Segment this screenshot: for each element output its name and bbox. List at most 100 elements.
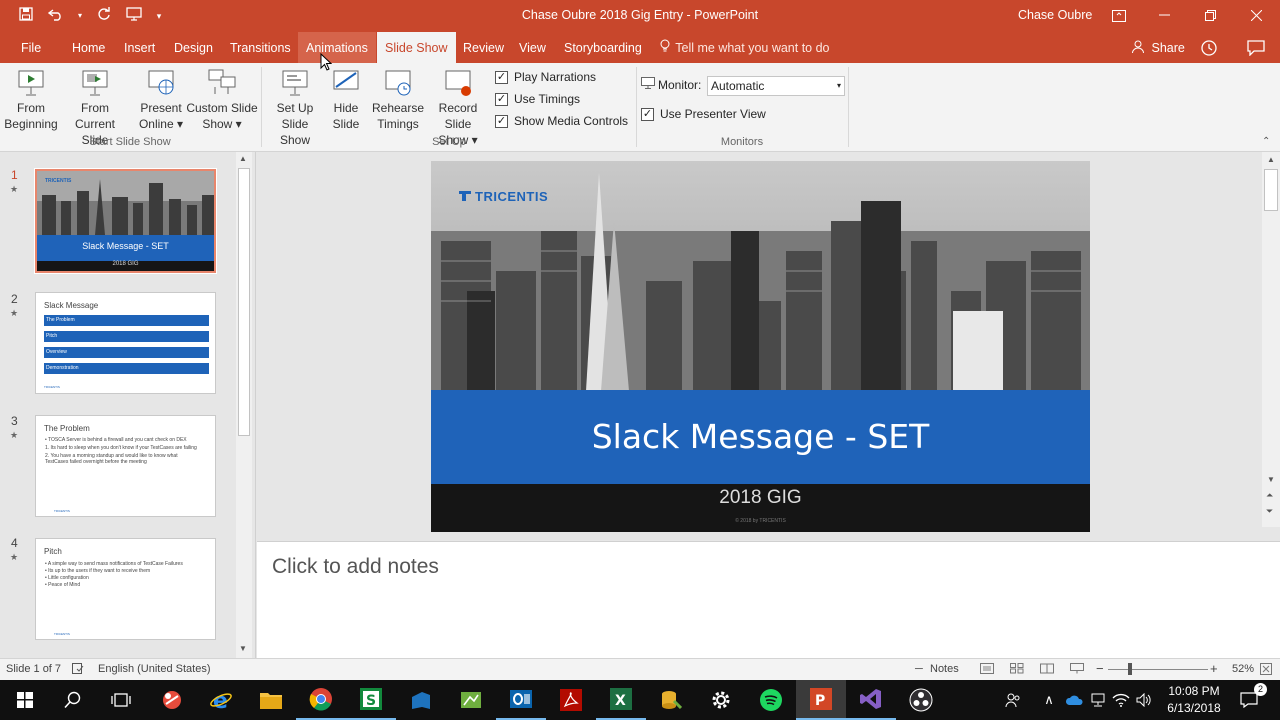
from-beginning-label-2: Beginning xyxy=(4,117,58,131)
hide-slide-button[interactable]: Hide Slide xyxy=(328,67,364,132)
slide-thumbnail-4[interactable]: Pitch • A simple way to send mass notifi… xyxy=(35,538,216,640)
account-name[interactable]: Chase Oubre xyxy=(1018,8,1092,22)
tell-me-search[interactable]: Tell me what you want to do xyxy=(660,32,830,63)
settings-gear-icon[interactable] xyxy=(696,680,746,720)
green-tools-icon[interactable] xyxy=(446,680,496,720)
people-icon[interactable] xyxy=(1002,680,1024,720)
history-icon[interactable] xyxy=(1200,39,1218,60)
monitor-label: Monitor: xyxy=(658,77,702,92)
slide-show-view-icon[interactable] xyxy=(1070,663,1084,677)
custom-slide-show-button[interactable]: Custom Slide Show ▾ xyxy=(186,67,258,132)
language-indicator[interactable]: English (United States) xyxy=(98,663,211,675)
outlook-icon[interactable] xyxy=(496,680,546,720)
previous-slide-icon[interactable]: ⏶ xyxy=(1266,490,1273,501)
tricentis-logo-icon xyxy=(459,189,471,204)
normal-view-icon[interactable] xyxy=(980,663,994,677)
restore-button[interactable] xyxy=(1187,0,1233,32)
zoom-in-button[interactable]: + xyxy=(1210,661,1218,676)
slide-thumbnail-2[interactable]: Slack Message The Problem Pitch Overview… xyxy=(35,292,216,394)
wifi-icon[interactable] xyxy=(1110,680,1132,720)
tab-transitions[interactable]: Transitions xyxy=(222,32,299,63)
close-button[interactable] xyxy=(1233,0,1279,32)
use-timings-checkbox[interactable]: ✓ Use Timings xyxy=(495,92,580,106)
search-icon[interactable] xyxy=(48,680,98,720)
file-explorer-icon[interactable] xyxy=(246,680,296,720)
chrome-icon[interactable] xyxy=(296,680,346,720)
slide-scrollbar[interactable]: ▲ ▼ ⏶ ⏷ xyxy=(1262,152,1280,527)
network-icon[interactable] xyxy=(1087,680,1109,720)
slide-thumbnail-3[interactable]: The Problem • TOSCA Server is behind a f… xyxy=(35,415,216,517)
volume-icon[interactable] xyxy=(1133,680,1155,720)
share-button[interactable]: Share xyxy=(1132,32,1185,63)
zoom-slider[interactable] xyxy=(1108,663,1208,675)
tab-animations[interactable]: Animations xyxy=(298,32,376,63)
obs-icon[interactable] xyxy=(896,680,946,720)
database-tools-icon[interactable] xyxy=(646,680,696,720)
notes-placeholder[interactable]: Click to add notes xyxy=(272,555,439,579)
excel-icon[interactable]: X xyxy=(596,680,646,720)
tab-home[interactable]: Home xyxy=(64,32,113,63)
monitor-dropdown[interactable]: Automatic ▾ xyxy=(707,76,845,96)
tab-file[interactable]: File xyxy=(13,32,49,63)
scrollbar-thumb[interactable] xyxy=(238,168,250,436)
ribbon-display-options-icon[interactable] xyxy=(1096,0,1142,32)
spotify-icon[interactable] xyxy=(746,680,796,720)
scroll-up-icon[interactable]: ▲ xyxy=(239,154,247,163)
tab-slide-show[interactable]: Slide Show xyxy=(377,32,456,63)
slide-sorter-icon[interactable] xyxy=(1010,663,1024,677)
tab-review[interactable]: Review xyxy=(455,32,512,63)
zoom-slider-thumb[interactable] xyxy=(1128,663,1132,675)
ribbon-tabs: File Home Insert Design Transitions Anim… xyxy=(0,32,1280,63)
next-slide-icon[interactable]: ⏷ xyxy=(1266,506,1273,517)
internet-explorer-icon[interactable]: e xyxy=(196,680,246,720)
play-narrations-checkbox[interactable]: ✓ Play Narrations xyxy=(495,70,596,84)
powerpoint-icon[interactable]: P xyxy=(796,680,846,720)
notes-toggle-button[interactable]: Notes xyxy=(930,663,959,675)
blue-app-icon[interactable] xyxy=(396,680,446,720)
scroll-down-icon[interactable]: ▼ xyxy=(239,644,247,653)
zoom-out-button[interactable]: − xyxy=(1096,661,1104,676)
slide-subtitle[interactable]: 2018 GIG xyxy=(431,487,1090,509)
tab-design[interactable]: Design xyxy=(166,32,221,63)
notes-toggle-icon[interactable]: ─ xyxy=(915,663,923,675)
snipping-tool-icon[interactable] xyxy=(147,680,197,720)
collapse-ribbon-icon[interactable]: ⌃ xyxy=(1262,136,1270,147)
task-view-icon[interactable] xyxy=(96,680,146,720)
zoom-level[interactable]: 52% xyxy=(1232,663,1254,675)
reading-view-icon[interactable] xyxy=(1040,663,1054,677)
scroll-up-icon[interactable]: ▲ xyxy=(1267,155,1275,164)
fit-to-window-icon[interactable] xyxy=(1260,663,1272,678)
slide-number: 2 xyxy=(11,292,18,306)
visual-studio-icon[interactable] xyxy=(846,680,896,720)
adobe-acrobat-icon[interactable] xyxy=(546,680,596,720)
windows-start-icon[interactable] xyxy=(0,680,50,720)
from-beginning-button[interactable]: From Beginning xyxy=(4,67,58,132)
rehearse-timings-button[interactable]: Rehearse Timings xyxy=(370,67,426,132)
slide-title[interactable]: Slack Message - SET xyxy=(431,417,1090,456)
record-label-1: Record Slide xyxy=(438,101,478,131)
system-clock[interactable]: 10:08 PM 6/13/2018 xyxy=(1160,683,1228,717)
scroll-down-icon[interactable]: ▼ xyxy=(1267,475,1275,484)
sway-icon[interactable]: S xyxy=(346,680,396,720)
animation-star-icon: ★ xyxy=(10,552,19,562)
scrollbar-thumb[interactable] xyxy=(1264,169,1278,211)
comments-icon[interactable] xyxy=(1247,40,1265,59)
thumb-line: • Little configuration xyxy=(45,575,89,581)
minimize-button[interactable] xyxy=(1141,0,1187,32)
onedrive-icon[interactable] xyxy=(1063,680,1085,720)
slide-thumbnail-1[interactable]: TRICENTIS Slack Message - SET 2018 GIG xyxy=(34,168,217,274)
tab-insert[interactable]: Insert xyxy=(116,32,163,63)
spellcheck-icon[interactable] xyxy=(72,663,84,677)
present-online-label-1: Present xyxy=(140,101,182,115)
monitor-icon xyxy=(641,77,655,92)
show-hidden-icons-chevron-icon[interactable]: ∧ xyxy=(1040,680,1058,720)
show-media-controls-checkbox[interactable]: ✓ Show Media Controls xyxy=(495,114,628,128)
notes-pane[interactable]: Click to add notes xyxy=(257,541,1280,658)
tab-view[interactable]: View xyxy=(511,32,554,63)
thumb-item: Pitch xyxy=(44,331,209,342)
current-slide[interactable]: TRICENTIS Slack Message - SET 2018 GIG ©… xyxy=(431,161,1090,532)
use-presenter-view-checkbox[interactable]: ✓ Use Presenter View xyxy=(641,107,766,121)
present-online-button[interactable]: Present Online ▾ xyxy=(136,67,186,132)
tab-storyboarding[interactable]: Storyboarding xyxy=(556,32,650,63)
thumbnail-scrollbar[interactable]: ▲ ▼ xyxy=(236,152,252,658)
